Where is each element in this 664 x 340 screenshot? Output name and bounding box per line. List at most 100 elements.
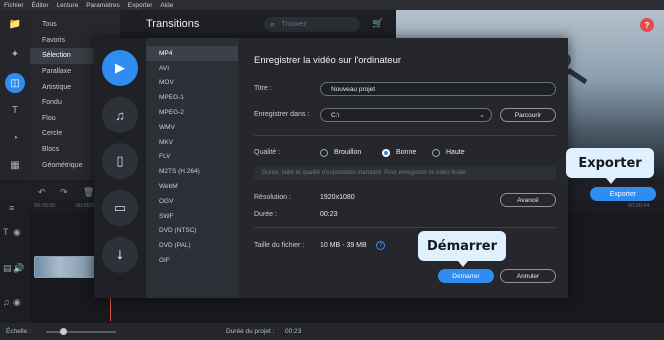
video-clip[interactable] xyxy=(34,256,96,278)
menu-item[interactable]: Paramètres xyxy=(86,2,120,9)
menu-item[interactable]: Aide xyxy=(160,2,173,9)
audio-visibility-icon[interactable]: ◉ xyxy=(13,297,21,308)
store-cart-icon[interactable]: 🛒 xyxy=(372,18,383,29)
format-item[interactable]: DVD (PAL) xyxy=(146,238,238,253)
titles-tool-icon[interactable]: T xyxy=(5,100,25,120)
export-settings: Enregistrer la vidéo sur l'ordinateur Ti… xyxy=(238,38,568,298)
zoom-slider-handle[interactable] xyxy=(60,328,67,335)
title-value: Nouveau projet xyxy=(331,85,376,93)
video-track-icon: ▤ xyxy=(3,263,12,273)
device-icon[interactable]: ▯ xyxy=(102,143,138,179)
callout-pointer xyxy=(606,178,616,184)
filesize-label: Taille du fichier : xyxy=(254,242,305,249)
project-duration-value: 00:23 xyxy=(285,328,302,335)
menu-item[interactable]: Lecture xyxy=(57,2,79,9)
magic-wand-icon[interactable]: ✦ xyxy=(5,44,25,64)
quality-high-radio[interactable] xyxy=(432,149,440,157)
format-item[interactable]: FLV xyxy=(146,150,238,165)
filters-tool-icon[interactable]: ◔ xyxy=(5,128,25,148)
visibility-icon[interactable]: ◉ xyxy=(13,227,21,238)
divider xyxy=(254,227,556,228)
save-in-label: Enregistrer dans : xyxy=(254,111,310,118)
format-item[interactable]: DVD (NTSC) xyxy=(146,224,238,239)
dialog-title: Enregistrer la vidéo sur l'ordinateur xyxy=(254,55,402,66)
callout-pointer xyxy=(458,261,468,267)
project-duration-label: Durée du projet : xyxy=(226,328,275,335)
start-button[interactable]: Démarrer xyxy=(438,269,494,283)
track-headers: ≡ T ◉ ▤ 🔊 ♫ ◉ xyxy=(0,203,30,323)
menu-item[interactable]: Exporter xyxy=(128,2,153,9)
start-callout: Démarrer xyxy=(418,231,506,267)
filesize-value: 10 MB - 39 MB xyxy=(320,242,367,249)
menu-bar: Fichier Éditer Lecture Paramètres Exporter Ai… xyxy=(0,0,664,10)
format-item[interactable]: WebM xyxy=(146,179,238,194)
quality-draft-radio[interactable] xyxy=(320,149,328,157)
export-type-bar: ▶ ♫ ▯ ▭ ⭣ xyxy=(94,38,146,298)
transitions-tool-icon[interactable]: ◫ xyxy=(5,73,25,93)
duration-label: Durée : xyxy=(254,211,277,218)
help-icon[interactable]: ? xyxy=(640,18,654,32)
left-toolbar: 📁 ✦ ◫ T ◔ ▦ xyxy=(0,10,30,180)
ruler-tick: 00:00:00 xyxy=(34,203,56,209)
menu-item[interactable]: Fichier xyxy=(4,2,24,9)
export-button[interactable]: Exporter xyxy=(590,187,656,201)
format-item[interactable]: M2TS (H.264) xyxy=(146,164,238,179)
resolution-value: 1920x1080 xyxy=(320,194,355,201)
export-callout: Exporter xyxy=(566,148,654,184)
format-item[interactable]: MPEG-2 xyxy=(146,105,238,120)
format-item[interactable]: MP4 xyxy=(146,46,238,61)
cancel-button[interactable]: Annuler xyxy=(500,269,556,283)
title-label: Titre : xyxy=(254,85,272,92)
advanced-button[interactable]: Avancé xyxy=(500,193,556,207)
save-in-field[interactable]: C:\ ⌄ xyxy=(320,108,492,122)
info-icon[interactable]: ? xyxy=(376,241,385,250)
search-icon: ⌕ xyxy=(270,19,275,29)
quality-label: Qualité : xyxy=(254,149,281,156)
ruler-tick: 00:00:44 xyxy=(628,203,650,209)
add-track-icon[interactable]: ≡ xyxy=(9,203,14,213)
mute-icon[interactable]: 🔊 xyxy=(13,263,24,274)
text-track-icon: T xyxy=(3,227,9,237)
divider xyxy=(254,135,556,136)
audio-file-icon[interactable]: ♫ xyxy=(102,97,138,133)
quality-draft-label: Brouillon xyxy=(334,149,362,156)
tv-icon[interactable]: ▭ xyxy=(102,190,138,226)
share-icon[interactable]: ⭣ xyxy=(102,237,138,273)
duration-value: 00:23 xyxy=(320,211,338,218)
zoom-slider[interactable] xyxy=(46,331,116,333)
format-item[interactable]: AVI xyxy=(146,61,238,76)
scale-label: Échelle : xyxy=(6,328,31,335)
redo-icon[interactable]: ↷ xyxy=(60,187,68,198)
browse-button[interactable]: Parcourir xyxy=(500,108,556,122)
save-in-value: C:\ xyxy=(331,111,340,119)
more-tools-icon[interactable]: ▦ xyxy=(5,155,25,175)
format-item[interactable]: OGV xyxy=(146,194,238,209)
delete-icon[interactable]: 🗑 xyxy=(83,187,94,198)
format-item[interactable]: MOV xyxy=(146,76,238,91)
quality-good-radio[interactable] xyxy=(382,149,390,157)
menu-item[interactable]: Éditer xyxy=(32,2,49,9)
chevron-down-icon[interactable]: ⌄ xyxy=(479,111,485,119)
export-callout-text: Exporter xyxy=(578,155,642,171)
start-callout-text: Démarrer xyxy=(427,238,497,254)
format-item[interactable]: MPEG-1 xyxy=(146,90,238,105)
quality-good-label: Bonne xyxy=(396,149,417,156)
format-list: MP4 AVI MOV MPEG-1 MPEG-2 WMV MKV FLV M2TS (H.26… xyxy=(146,38,238,298)
search-input[interactable]: ⌕ Trouvez xyxy=(264,17,360,32)
resolution-label: Résolution : xyxy=(254,194,291,201)
import-icon[interactable]: 📁 xyxy=(5,14,25,34)
undo-icon[interactable]: ↶ xyxy=(38,187,46,198)
video-file-icon[interactable]: ▶ xyxy=(102,50,138,86)
quality-hint: Durée, taille et qualité d'exportation s… xyxy=(254,166,556,180)
audio-track-icon: ♫ xyxy=(3,297,10,307)
format-item[interactable]: WMV xyxy=(146,120,238,135)
format-item[interactable]: SWF xyxy=(146,209,238,224)
format-item[interactable]: MKV xyxy=(146,135,238,150)
title-field[interactable]: Nouveau projet xyxy=(320,82,556,96)
search-placeholder: Trouvez xyxy=(281,21,307,28)
format-item[interactable]: GIF xyxy=(146,253,238,268)
category-item[interactable]: Tous xyxy=(30,17,120,33)
transitions-title: Transitions xyxy=(146,18,200,30)
quality-high-label: Haute xyxy=(446,149,465,156)
status-bar: Échelle : Durée du projet : 00:23 xyxy=(0,323,664,340)
